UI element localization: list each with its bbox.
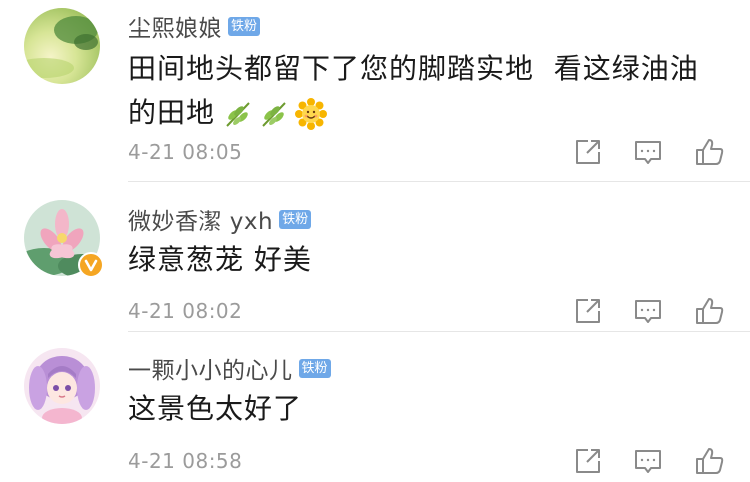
- name-row: 尘熙娘娘 铁粉: [128, 8, 261, 44]
- timestamp: 4-21 08:02: [128, 299, 243, 323]
- comment-text: 田间地头都留下了您的脚踏实地 看这绿油油的田地: [128, 47, 708, 135]
- share-icon[interactable]: [572, 295, 604, 327]
- name-row: 微妙香潔 yxh 铁粉: [128, 201, 312, 237]
- avatar[interactable]: [24, 8, 100, 84]
- comment-icon[interactable]: [632, 136, 664, 168]
- avatar[interactable]: [24, 200, 104, 278]
- name-row: 一颗小小的心儿 铁粉: [128, 350, 331, 386]
- smiling-sunflower-emoji: [295, 98, 328, 130]
- comment-text: 绿意葱茏 好美: [128, 243, 312, 276]
- timestamp: 4-21 08:05: [128, 140, 243, 164]
- leaf-emoji: [226, 102, 250, 127]
- leaf-emoji: [262, 102, 286, 127]
- comment-actions: [570, 445, 730, 477]
- share-icon[interactable]: [572, 136, 604, 168]
- thumbs-up-icon[interactable]: [694, 445, 726, 477]
- comment-icon[interactable]: [632, 295, 664, 327]
- username[interactable]: 尘熙娘娘: [128, 9, 222, 43]
- timestamp: 4-21 08:58: [128, 449, 243, 473]
- comment-text: 这景色太好了: [128, 392, 303, 425]
- share-icon[interactable]: [572, 445, 604, 477]
- verified-badge-icon: [78, 252, 104, 278]
- fan-badge[interactable]: 铁粉: [298, 358, 331, 378]
- comment-body: 田间地头都留下了您的脚踏实地 看这绿油油的田地: [128, 52, 699, 129]
- avatar[interactable]: [24, 348, 100, 424]
- comment-item: 微妙香潔 yxh 铁粉 绿意葱茏 好美 4-21 08:02: [0, 182, 750, 332]
- comment-actions: [570, 136, 730, 168]
- fan-badge[interactable]: 铁粉: [228, 16, 261, 36]
- comment-icon[interactable]: [632, 445, 664, 477]
- thumbs-up-icon[interactable]: [694, 295, 726, 327]
- username[interactable]: 一颗小小的心儿: [128, 351, 293, 385]
- thumbs-up-icon[interactable]: [694, 136, 726, 168]
- comment-item: 一颗小小的心儿 铁粉 这景色太好了 4-21 08:58: [0, 332, 750, 482]
- username[interactable]: 微妙香潔 yxh: [128, 202, 273, 236]
- fan-badge[interactable]: 铁粉: [279, 209, 312, 229]
- comment-item: 尘熙娘娘 铁粉 田间地头都留下了您的脚踏实地 看这绿油油的田地 4-21 08:…: [0, 0, 750, 182]
- comment-actions: [570, 295, 730, 327]
- emoji-row: [223, 98, 333, 130]
